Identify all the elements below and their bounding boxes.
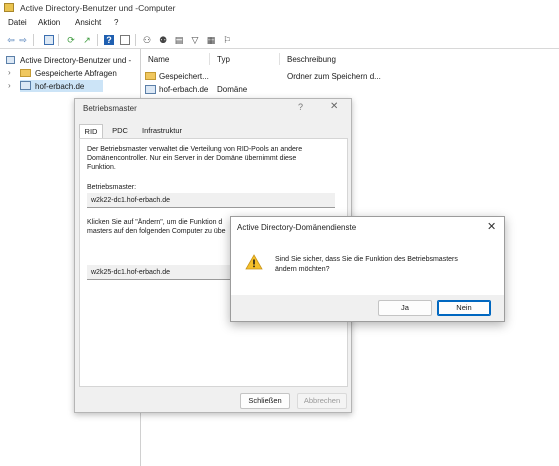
add-to-group-icon[interactable]: ⚐ [222,35,232,45]
confirm-message-line: Sind Sie sicher, dass Sie die Funktion d… [275,256,458,263]
tab-rid[interactable]: RID [79,124,103,138]
tree-item-saved-queries[interactable]: › Gespeicherte Abfragen [8,68,138,79]
list-item-description: Ordner zum Speichern d... [287,72,381,81]
dialog-titlebar: Active Directory-Domänendienste ✕ [231,217,504,237]
toolbar-separator [33,34,34,46]
change-instruction-line: Klicken Sie auf "Ändern", um die Funktio… [87,219,223,226]
refresh-icon[interactable]: ⟳ [66,35,76,45]
folder-icon [145,72,156,80]
menu-ansicht[interactable]: Ansicht [75,18,101,27]
tab-pdc[interactable]: PDC [108,124,132,138]
list-item-name: hof-erbach.de [159,85,209,94]
tab-infrastructure[interactable]: Infrastruktur [137,124,187,138]
change-instruction-line: masters auf den folgenden Computer zu üb… [87,228,226,235]
confirm-message: Sind Sie sicher, dass Sie die Funktion d… [275,255,458,275]
menu-aktion[interactable]: Aktion [38,18,60,27]
chevron-right-icon[interactable]: › [8,68,11,77]
column-separator[interactable] [279,53,280,65]
dialog-title: Active Directory-Domänendienste [237,223,357,232]
help-button[interactable]: ? [298,102,303,112]
forward-icon[interactable]: ⇨ [18,35,28,45]
toolbar-separator [58,34,59,46]
properties-icon[interactable] [120,35,130,45]
no-button[interactable]: Nein [437,300,491,316]
close-icon[interactable]: ✕ [487,220,496,233]
chevron-right-icon[interactable]: › [8,81,11,90]
new-ou-icon[interactable]: ▤ [174,35,184,45]
domain-icon [20,81,31,90]
folder-icon [20,69,31,77]
console-tree-icon[interactable] [44,35,54,45]
help-icon[interactable]: ? [104,35,114,45]
tree-root-label: Active Directory-Benutzer und - [20,56,132,65]
column-header-type[interactable]: Typ [217,55,230,64]
rid-description-line: Der Betriebsmaster verwaltet die Verteil… [87,146,303,153]
menu-bar: Datei Aktion Ansicht ? [0,16,559,30]
column-header-name[interactable]: Name [148,55,169,64]
current-master-field[interactable]: w2k22-dc1.hof-erbach.de [87,193,335,208]
filter-icon[interactable]: ▽ [190,35,200,45]
cancel-button[interactable]: Abbrechen [297,393,347,409]
toolbar-separator [97,34,98,46]
rid-description-line: Funktion. [87,164,116,171]
tree-item-label: hof-erbach.de [35,82,85,91]
app-icon [4,3,14,12]
master-label: Betriebsmaster: [87,184,137,191]
export-icon[interactable]: ↗ [82,35,92,45]
domain-icon [145,85,156,94]
back-icon[interactable]: ⇦ [6,35,16,45]
target-master-field[interactable]: w2k25-dc1.hof-erbach.de [87,265,237,280]
list-item[interactable]: Gespeichert... Ordner zum Speichern d... [145,71,545,82]
list-item-name: Gespeichert... [159,72,209,81]
window-titlebar: Active Directory-Benutzer und -Computer [0,0,559,16]
find-icon[interactable]: ▦ [206,35,216,45]
confirm-message-line: ändern möchten? [275,266,330,273]
dialog-title: Betriebsmaster [83,104,137,113]
column-separator[interactable] [209,53,210,65]
column-header-description[interactable]: Beschreibung [287,55,336,64]
confirm-dialog: Active Directory-Domänendienste ✕ Sind S… [230,216,505,322]
warning-icon [245,254,263,270]
window-title: Active Directory-Benutzer und -Computer [20,3,176,13]
menu-datei[interactable]: Datei [8,18,27,27]
tree-item-domain[interactable]: › hof-erbach.de [8,80,108,91]
new-user-icon[interactable]: ⚇ [142,35,152,45]
list-item-type: Domäne [217,85,248,94]
close-button[interactable]: Schließen [240,393,290,409]
ad-root-icon [6,56,15,64]
toolbar-separator [135,34,136,46]
new-group-icon[interactable]: ⚉ [158,35,168,45]
toolbar: ⇦ ⇨ ⟳ ↗ ? ⚇ ⚉ ▤ ▽ ▦ ⚐ [0,31,559,49]
list-item[interactable]: hof-erbach.de Domäne [145,84,545,95]
close-icon[interactable]: ✕ [330,101,338,112]
yes-button[interactable]: Ja [378,300,432,316]
tree-item-label: Gespeicherte Abfragen [35,69,117,78]
rid-description-line: Domänencontroller. Nur ein Server in der… [87,155,297,162]
menu-help[interactable]: ? [114,18,118,27]
